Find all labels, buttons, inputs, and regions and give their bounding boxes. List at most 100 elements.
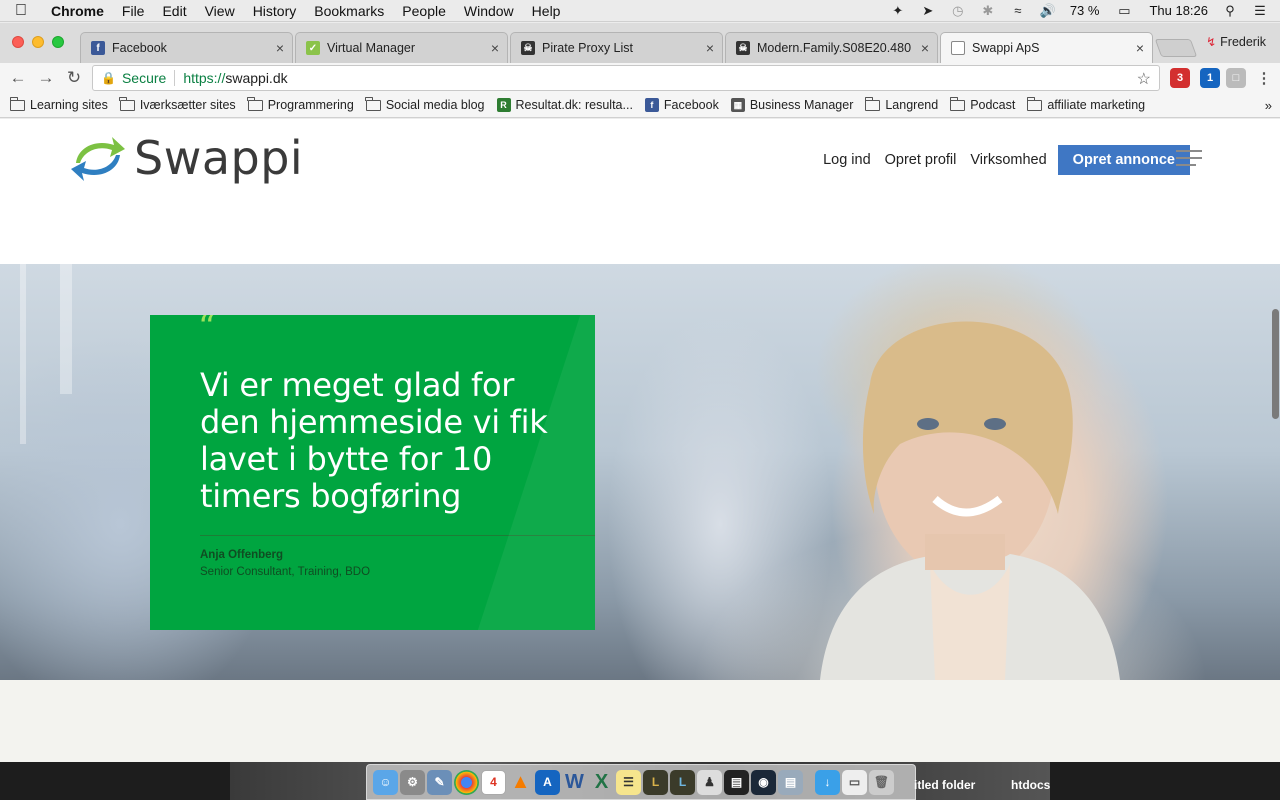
- tab-close-icon[interactable]: ×: [276, 40, 284, 56]
- resultat-icon: R: [496, 98, 511, 112]
- nav-business-link[interactable]: Virksomhed: [963, 152, 1053, 168]
- nav-login-link[interactable]: Log ind: [816, 152, 878, 168]
- terminal-icon[interactable]: ▤: [724, 769, 749, 795]
- notification-center-icon[interactable]: ☰: [1252, 3, 1268, 18]
- league-client-icon[interactable]: L: [670, 769, 695, 795]
- tab-close-icon[interactable]: ×: [1136, 40, 1144, 56]
- steam-icon[interactable]: ◉: [751, 769, 776, 795]
- extension-badge-blue[interactable]: 1: [1200, 68, 1220, 88]
- bookmark-ivaerksaetter-sites[interactable]: Iværksætter sites: [119, 96, 236, 112]
- bookmark-social-media-blog[interactable]: Social media blog: [365, 96, 485, 112]
- counter-strike-icon[interactable]: ♟: [697, 769, 722, 795]
- extension-icon[interactable]: □: [1226, 68, 1246, 88]
- bookmark-resultat[interactable]: R Resultat.dk: resulta...: [496, 98, 633, 112]
- bookmarks-overflow-icon[interactable]: »: [1265, 98, 1280, 113]
- window-minimize-button[interactable]: [32, 36, 44, 48]
- tab-close-icon[interactable]: ×: [921, 40, 929, 56]
- vlc-icon[interactable]: ▲: [508, 770, 533, 795]
- system-preferences-icon[interactable]: ⚙: [400, 769, 425, 795]
- bookmark-langrend[interactable]: Langrend: [864, 96, 938, 112]
- league-of-legends-icon[interactable]: L: [643, 769, 668, 795]
- calendar-icon[interactable]: 4: [481, 769, 506, 795]
- hamburger-menu-icon[interactable]: [1176, 150, 1202, 171]
- bookmark-label: Iværksætter sites: [139, 98, 236, 112]
- menu-window[interactable]: Window: [455, 3, 523, 19]
- bookmarks-bar: Learning sites Iværksætter sites Program…: [0, 93, 1280, 118]
- spotlight-search-icon[interactable]: ⚲: [1222, 3, 1238, 18]
- bookmark-star-icon[interactable]: ☆: [1137, 69, 1151, 89]
- address-bar[interactable]: 🔒 Secure https:// swappi.dk ☆: [92, 65, 1160, 91]
- excel-icon[interactable]: X: [589, 770, 614, 795]
- volume-icon[interactable]: 🔊: [1040, 3, 1056, 18]
- nav-create-profile-link[interactable]: Opret profil: [878, 152, 964, 168]
- tab-close-icon[interactable]: ×: [706, 40, 714, 56]
- battery-percent[interactable]: 73 %: [1070, 3, 1100, 18]
- macos-dock: ☺ ⚙ ✎ 4 ▲ A W X ☰ L L ♟ ▤ ◉ ▤ ↓ ▭ 🗑: [366, 764, 916, 800]
- url-host: swappi.dk: [225, 70, 288, 86]
- bookmark-label: affiliate marketing: [1047, 98, 1146, 112]
- browser-toolbar: ← → ↻ 🔒 Secure https:// swappi.dk ☆: [0, 63, 1280, 93]
- tab-title: Facebook: [112, 41, 167, 55]
- new-tab-button[interactable]: [1154, 39, 1198, 57]
- menu-history[interactable]: History: [244, 3, 306, 19]
- folder-icon: [365, 96, 381, 111]
- word-icon[interactable]: W: [562, 770, 587, 795]
- testimonial-divider: [200, 535, 595, 536]
- tab-modern-family[interactable]: ☠ Modern.Family.S08E20.480 ×: [725, 32, 938, 63]
- next-section: [0, 680, 1280, 762]
- testimonial-card: “ Vi er meget glad for den hjemmeside vi…: [150, 315, 595, 630]
- preview-icon[interactable]: ✎: [427, 769, 452, 795]
- menu-app-name[interactable]: Chrome: [42, 3, 113, 19]
- screenshot-icon[interactable]: ▤: [778, 769, 803, 795]
- swappi-logo[interactable]: Swappi: [70, 131, 303, 185]
- page-scrollbar[interactable]: [1272, 309, 1279, 419]
- profile-button[interactable]: ↯ Frederik: [1206, 35, 1266, 49]
- forward-arrow-icon[interactable]: →: [32, 68, 60, 88]
- reload-icon[interactable]: ↻: [60, 68, 88, 88]
- chrome-menu-icon[interactable]: ⋮: [1254, 68, 1274, 88]
- notes-icon[interactable]: ☰: [616, 769, 641, 795]
- bookmark-learning-sites[interactable]: Learning sites: [9, 96, 108, 112]
- bluetooth-icon[interactable]: ✱: [980, 3, 996, 18]
- battery-icon[interactable]: ▭: [1113, 3, 1135, 18]
- tab-pirate-proxy-list[interactable]: ☠ Pirate Proxy List ×: [510, 32, 723, 63]
- create-listing-button[interactable]: Opret annonce: [1057, 145, 1190, 175]
- cursor-icon[interactable]: ➤: [920, 3, 936, 18]
- menu-help[interactable]: Help: [523, 3, 570, 19]
- tab-swappi[interactable]: Swappi ApS ×: [940, 32, 1153, 63]
- back-arrow-icon[interactable]: ←: [4, 68, 32, 88]
- swappi-logo-icon: [71, 137, 125, 181]
- chrome-icon[interactable]: [454, 769, 479, 795]
- window-zoom-button[interactable]: [52, 36, 64, 48]
- trash-icon[interactable]: 🗑: [869, 769, 894, 795]
- bookmark-label: Learning sites: [30, 98, 108, 112]
- tab-close-icon[interactable]: ×: [491, 40, 499, 56]
- documents-stack-icon[interactable]: ▭: [842, 769, 867, 795]
- menu-people[interactable]: People: [393, 3, 455, 19]
- extension-badge-red[interactable]: 3: [1170, 68, 1190, 88]
- bookmark-affiliate-marketing[interactable]: affiliate marketing: [1026, 96, 1146, 112]
- menu-file[interactable]: File: [113, 3, 154, 19]
- finder-icon[interactable]: ☺: [373, 769, 398, 795]
- menu-bookmarks[interactable]: Bookmarks: [305, 3, 393, 19]
- folder-icon: [9, 96, 25, 111]
- menubar-clock[interactable]: Thu 18:26: [1149, 3, 1208, 18]
- tab-title: Swappi ApS: [972, 41, 1040, 55]
- bird-icon[interactable]: ✦: [890, 3, 906, 18]
- tab-virtual-manager[interactable]: ✓ Virtual Manager ×: [295, 32, 508, 63]
- bookmark-programmering[interactable]: Programmering: [247, 96, 354, 112]
- tab-facebook[interactable]: f Facebook ×: [80, 32, 293, 63]
- wifi-icon[interactable]: ≈: [1010, 3, 1026, 18]
- time-machine-icon[interactable]: ◷: [950, 3, 966, 18]
- bookmark-facebook[interactable]: f Facebook: [644, 98, 719, 112]
- downloads-icon[interactable]: ↓: [815, 769, 840, 795]
- app-store-icon[interactable]: A: [535, 769, 560, 795]
- bookmark-podcast[interactable]: Podcast: [949, 96, 1015, 112]
- window-close-button[interactable]: [12, 36, 24, 48]
- desktop-folder-label[interactable]: itled folder: [914, 778, 975, 792]
- desktop-folder-htdocs[interactable]: htdocs: [1011, 778, 1050, 792]
- menu-edit[interactable]: Edit: [153, 3, 195, 19]
- apple-menu-icon[interactable]: : [0, 2, 42, 20]
- menu-view[interactable]: View: [196, 3, 244, 19]
- bookmark-business-manager[interactable]: ▦ Business Manager: [730, 98, 853, 112]
